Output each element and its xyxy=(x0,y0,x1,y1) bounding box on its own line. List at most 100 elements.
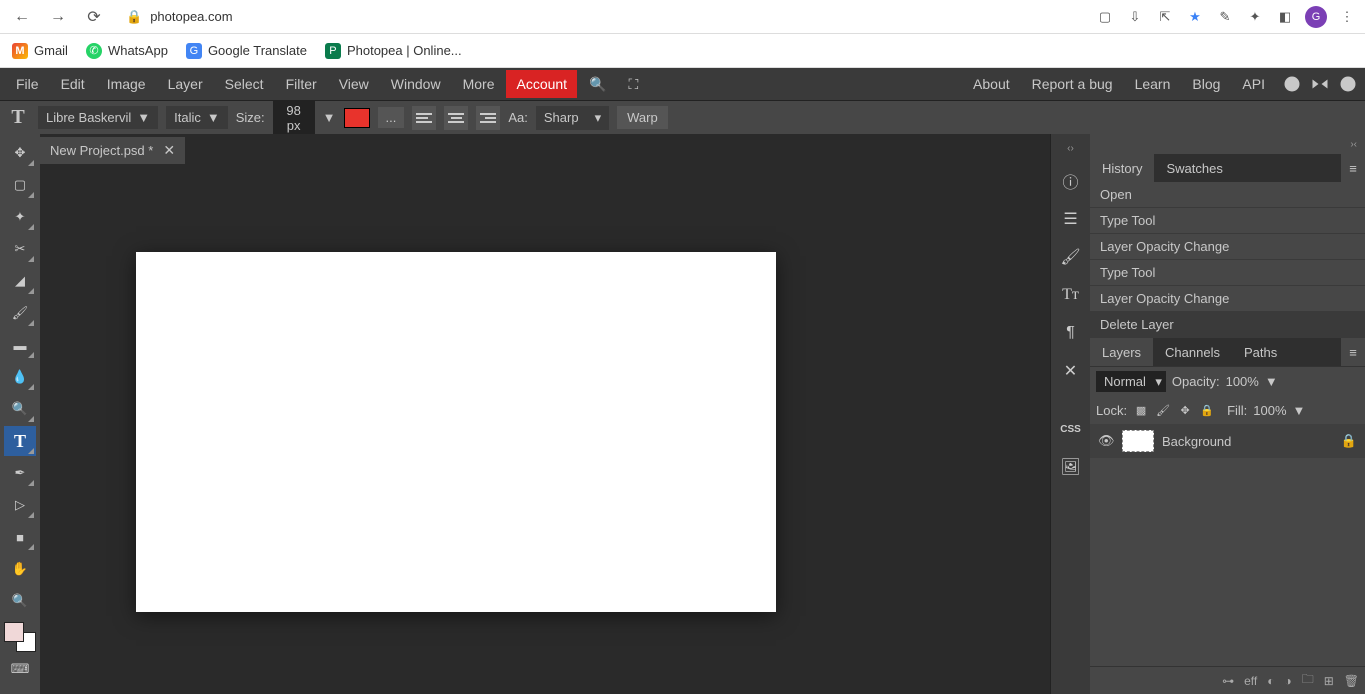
forward-button[interactable]: → xyxy=(44,3,72,31)
zoom-tool[interactable]: 🔍 xyxy=(4,586,36,616)
panel-menu-icon[interactable]: ≡ xyxy=(1341,338,1365,366)
move-tool[interactable]: ✥ xyxy=(4,138,36,168)
foreground-color-swatch[interactable] xyxy=(4,622,24,642)
canvas-area[interactable] xyxy=(40,164,1050,694)
panel-menu-icon[interactable]: ≡ xyxy=(1341,154,1365,182)
opacity-value[interactable]: 100% xyxy=(1226,374,1259,389)
text-color-swatch[interactable] xyxy=(344,108,370,128)
font-family-select[interactable]: Libre Baskervil ▼ xyxy=(38,106,158,129)
menu-layer[interactable]: Layer xyxy=(158,70,213,98)
css-panel-icon[interactable]: CSS xyxy=(1056,414,1086,444)
hand-tool[interactable]: ✋ xyxy=(4,554,36,584)
bookmark-photopea[interactable]: PPhotopea | Online... xyxy=(325,43,462,59)
menu-window[interactable]: Window xyxy=(381,70,451,98)
panel-collapse-arrows[interactable]: ‹› xyxy=(1051,138,1090,158)
chrome-menu-icon[interactable]: ⋮ xyxy=(1337,7,1357,27)
opacity-dropdown-icon[interactable]: ▼ xyxy=(1265,374,1278,389)
wand-tool[interactable]: ✦ xyxy=(4,202,36,232)
fullscreen-icon[interactable]: ⛶ xyxy=(619,70,649,99)
visibility-toggle-icon[interactable]: 👁 xyxy=(1098,433,1114,449)
brush-tool[interactable]: 🖌 xyxy=(4,298,36,328)
menu-edit[interactable]: Edit xyxy=(51,70,95,98)
bookmark-gmail[interactable]: MGmail xyxy=(12,43,68,59)
reddit-icon[interactable] xyxy=(1281,73,1303,95)
document-tab[interactable]: New Project.psd * ✕ xyxy=(40,137,185,164)
sidepanel-icon[interactable]: ◧ xyxy=(1275,7,1295,27)
install-icon[interactable]: ▢ xyxy=(1095,7,1115,27)
character-panel-icon[interactable]: Tᴛ xyxy=(1056,280,1086,310)
warp-button[interactable]: Warp xyxy=(617,106,668,129)
tab-layers[interactable]: Layers xyxy=(1090,338,1153,366)
antialias-select[interactable]: Sharp ▾ xyxy=(536,106,609,130)
blend-mode-select[interactable]: Normal xyxy=(1096,371,1166,392)
paragraph-panel-icon[interactable]: ¶ xyxy=(1056,318,1086,348)
extensions-icon[interactable]: ✦ xyxy=(1245,7,1265,27)
path-select-tool[interactable]: ▷ xyxy=(4,490,36,520)
adjustments-panel-icon[interactable]: ☰ xyxy=(1056,204,1086,234)
shape-tool[interactable]: ■ xyxy=(4,522,36,552)
twitter-icon[interactable] xyxy=(1309,73,1331,95)
menu-image[interactable]: Image xyxy=(97,70,156,98)
menu-more[interactable]: More xyxy=(453,70,505,98)
download-icon[interactable]: ⇩ xyxy=(1125,7,1145,27)
align-left-button[interactable] xyxy=(412,106,436,130)
back-button[interactable]: ← xyxy=(8,3,36,31)
profile-avatar[interactable]: G xyxy=(1305,6,1327,28)
close-tab-icon[interactable]: ✕ xyxy=(163,142,175,159)
tab-swatches[interactable]: Swatches xyxy=(1154,154,1234,182)
account-button[interactable]: Account xyxy=(506,70,577,98)
layer-row-background[interactable]: 👁 Background 🔒 xyxy=(1090,424,1365,458)
lock-move-icon[interactable]: ✥ xyxy=(1177,402,1193,418)
reload-button[interactable]: ⟳ xyxy=(80,3,108,31)
align-center-button[interactable] xyxy=(444,106,468,130)
type-tool[interactable]: T xyxy=(4,426,36,456)
tools-panel-icon[interactable]: ✕ xyxy=(1056,356,1086,386)
canvas[interactable] xyxy=(136,252,776,612)
bookmark-google-translate[interactable]: GGoogle Translate xyxy=(186,43,307,59)
mask-icon[interactable]: ◐ xyxy=(1267,674,1274,688)
eyedropper-tool[interactable]: ◢ xyxy=(4,266,36,296)
menu-select[interactable]: Select xyxy=(215,70,274,98)
lock-pixels-icon[interactable]: ▩ xyxy=(1133,402,1149,418)
marquee-tool[interactable]: ▢ xyxy=(4,170,36,200)
menu-filter[interactable]: Filter xyxy=(276,70,327,98)
info-panel-icon[interactable]: ⓘ xyxy=(1056,166,1086,196)
new-layer-icon[interactable]: ⊞ xyxy=(1324,674,1334,688)
dodge-tool[interactable]: 🔍 xyxy=(4,394,36,424)
history-item[interactable]: Layer Opacity Change xyxy=(1090,286,1365,312)
gradient-tool[interactable]: ▬ xyxy=(4,330,36,360)
history-item[interactable]: Delete Layer xyxy=(1090,312,1365,338)
tab-history[interactable]: History xyxy=(1090,154,1154,182)
fx-icon[interactable]: eff xyxy=(1244,674,1257,688)
menu-view[interactable]: View xyxy=(329,70,379,98)
facebook-icon[interactable] xyxy=(1337,73,1359,95)
menu-about[interactable]: About xyxy=(963,70,1020,98)
menu-learn[interactable]: Learn xyxy=(1125,70,1181,98)
menu-api[interactable]: API xyxy=(1232,70,1275,98)
tab-paths[interactable]: Paths xyxy=(1232,338,1289,366)
group-icon[interactable]: 🗀 xyxy=(1302,670,1314,691)
history-item[interactable]: Layer Opacity Change xyxy=(1090,234,1365,260)
link-layers-icon[interactable]: ⊶ xyxy=(1222,674,1234,688)
lock-brush-icon[interactable]: 🖌 xyxy=(1155,402,1171,418)
menu-file[interactable]: File xyxy=(6,70,49,98)
fill-dropdown-icon[interactable]: ▼ xyxy=(1293,403,1306,418)
history-item[interactable]: Type Tool xyxy=(1090,260,1365,286)
history-item[interactable]: Type Tool xyxy=(1090,208,1365,234)
font-size-input[interactable]: 98 px xyxy=(273,100,315,136)
align-right-button[interactable] xyxy=(476,106,500,130)
size-dropdown-icon[interactable]: ▼ xyxy=(323,110,336,125)
address-bar[interactable]: 🔒 photopea.com xyxy=(116,9,1087,25)
image-panel-icon[interactable]: 🖼 xyxy=(1056,452,1086,482)
panel-expand-arrows[interactable]: ›‹ xyxy=(1090,134,1365,154)
lock-all-icon[interactable]: 🔒 xyxy=(1199,402,1215,418)
tab-channels[interactable]: Channels xyxy=(1153,338,1232,366)
history-item[interactable]: Open xyxy=(1090,182,1365,208)
bookmark-whatsapp[interactable]: ✆WhatsApp xyxy=(86,43,168,59)
bookmark-star-icon[interactable]: ★ xyxy=(1185,7,1205,27)
font-style-select[interactable]: Italic ▼ xyxy=(166,106,228,129)
crop-tool[interactable]: ✂ xyxy=(4,234,36,264)
fill-value[interactable]: 100% xyxy=(1253,403,1286,418)
menu-report[interactable]: Report a bug xyxy=(1022,70,1123,98)
adjustment-layer-icon[interactable]: ◑ xyxy=(1284,674,1291,688)
